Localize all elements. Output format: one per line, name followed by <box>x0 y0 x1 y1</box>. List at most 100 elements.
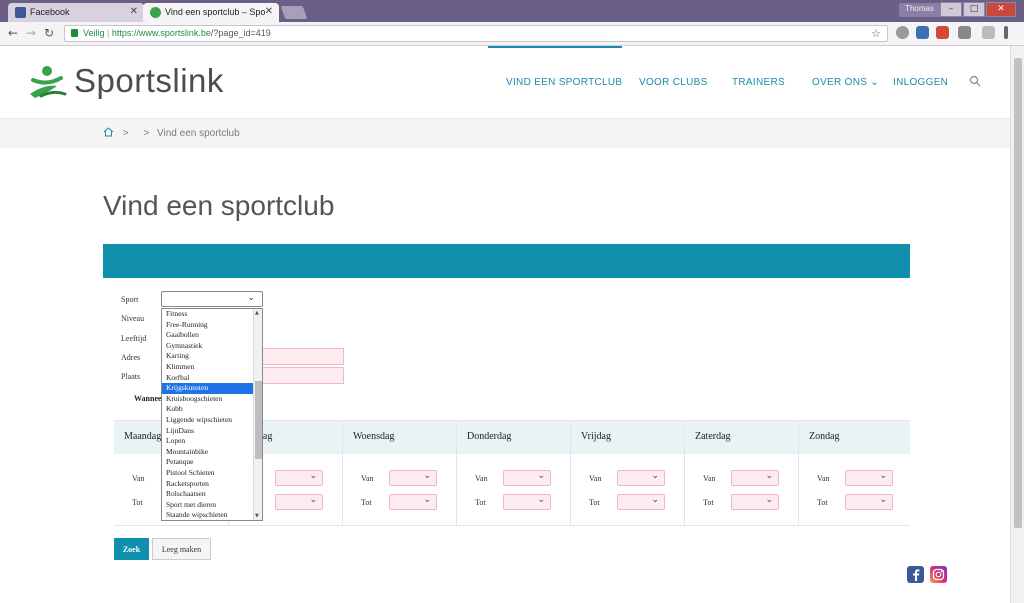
van-label: Van <box>703 474 716 483</box>
scroll-down-icon[interactable]: ▼ <box>255 513 259 519</box>
sport-option[interactable]: Lopen <box>162 436 262 447</box>
new-tab-button[interactable] <box>280 6 308 19</box>
sportslink-logo-icon[interactable] <box>27 64 67 100</box>
tot-select[interactable]: ⌄ <box>389 494 437 510</box>
extension-icon[interactable] <box>982 26 995 39</box>
day-column-vrijdag: Vrijdag Van ⌄ Tot ⌄ <box>570 420 684 526</box>
maximize-button[interactable]: □ <box>963 2 985 17</box>
sport-option[interactable]: Kubb <box>162 404 262 415</box>
sport-dropdown-list[interactable]: Fitness Free-Running Gaaibollen Gymnastiek K… <box>161 308 263 521</box>
van-select[interactable]: ⌄ <box>617 470 665 486</box>
sport-option[interactable]: Gymnastiek <box>162 341 262 352</box>
sport-option[interactable]: Sport met dieren <box>162 500 262 511</box>
tot-select[interactable]: ⌄ <box>275 494 323 510</box>
forward-arrow-icon[interactable]: → <box>26 26 36 40</box>
extension-icon[interactable] <box>936 26 949 39</box>
nav-voor-clubs[interactable]: VOOR CLUBS <box>639 77 708 88</box>
nav-vind-een-sportclub[interactable]: VIND EEN SPORTCLUB <box>506 77 622 88</box>
facebook-icon[interactable] <box>907 566 924 583</box>
logo-text[interactable]: Sportslink <box>74 62 224 100</box>
back-arrow-icon[interactable]: ← <box>8 26 18 40</box>
sport-option[interactable]: Pistool Schieten <box>162 468 262 479</box>
sport-option[interactable]: Krijgskunsten <box>162 383 262 394</box>
search-icon[interactable] <box>969 75 981 87</box>
tot-select[interactable]: ⌄ <box>503 494 551 510</box>
van-select[interactable]: ⌄ <box>503 470 551 486</box>
tot-label: Tot <box>475 498 486 507</box>
tab-close-icon[interactable]: ✕ <box>265 6 273 17</box>
browser-tab-strip: Facebook ✕ Vind een sportclub – Spo ✕ Th… <box>0 0 1024 22</box>
dropdown-scrollbar[interactable]: ▲ ▼ <box>253 309 262 520</box>
nav-over-ons[interactable]: OVER ONS ⌄ <box>812 77 879 88</box>
van-select[interactable]: ⌄ <box>389 470 437 486</box>
sport-option[interactable]: LijnDans <box>162 426 262 437</box>
plaats-input[interactable] <box>262 367 344 384</box>
search-button[interactable]: Zoek <box>114 538 149 560</box>
nav-trainers[interactable]: TRAINERS <box>732 77 785 88</box>
sport-option[interactable]: Liggende wipschieten <box>162 415 262 426</box>
van-label: Van <box>475 474 488 483</box>
day-column-zondag: Zondag Van ⌄ Tot ⌄ <box>798 420 910 526</box>
sport-option[interactable]: Free-Running <box>162 320 262 331</box>
adres-input[interactable] <box>262 348 344 365</box>
sport-option[interactable]: Klimmen <box>162 362 262 373</box>
clear-button[interactable]: Leeg maken <box>152 538 211 560</box>
breadcrumb-current: Vind een sportclub <box>157 128 240 139</box>
page-title: Vind een sportclub <box>103 190 335 221</box>
tot-label: Tot <box>132 498 143 507</box>
dropdown-scroll-thumb[interactable] <box>255 381 262 459</box>
bookmark-star-icon[interactable]: ☆ <box>871 27 881 40</box>
day-name: Maandag <box>124 431 162 442</box>
sport-option[interactable]: Racketsporten <box>162 479 262 490</box>
tot-label: Tot <box>589 498 600 507</box>
day-name: Woensdag <box>353 431 395 442</box>
home-icon[interactable] <box>103 127 114 137</box>
browser-menu-icon[interactable] <box>1004 26 1008 39</box>
plaats-label: Plaats <box>121 372 141 381</box>
sport-label: Sport <box>121 295 139 304</box>
page-scroll-thumb[interactable] <box>1014 58 1022 528</box>
extension-icon[interactable] <box>958 26 971 39</box>
van-select[interactable]: ⌄ <box>731 470 779 486</box>
close-window-button[interactable]: ✕ <box>986 2 1016 17</box>
instagram-icon[interactable] <box>930 566 947 583</box>
scroll-up-icon[interactable]: ▲ <box>255 310 259 316</box>
tot-select[interactable]: ⌄ <box>731 494 779 510</box>
sport-option[interactable]: Petanque <box>162 457 262 468</box>
van-select[interactable]: ⌄ <box>845 470 893 486</box>
nav-inloggen[interactable]: INLOGGEN <box>893 77 948 88</box>
tab-sportslink-title: Vind een sportclub – Spo <box>165 7 266 17</box>
tab-close-icon[interactable]: ✕ <box>130 6 138 17</box>
extension-icon[interactable] <box>896 26 909 39</box>
day-column-zaterdag: Zaterdag Van ⌄ Tot ⌄ <box>684 420 798 526</box>
tab-sportslink[interactable]: Vind een sportclub – Spo ✕ <box>143 3 279 22</box>
day-column-donderdag: Donderdag Van ⌄ Tot ⌄ <box>456 420 570 526</box>
minimize-button[interactable]: – <box>940 2 962 17</box>
van-select[interactable]: ⌄ <box>275 470 323 486</box>
search-form-header-band <box>103 244 910 278</box>
page-scrollbar[interactable] <box>1010 46 1024 603</box>
tab-facebook[interactable]: Facebook ✕ <box>8 3 144 22</box>
van-label: Van <box>361 474 374 483</box>
reload-icon[interactable]: ↻ <box>44 26 54 40</box>
sport-option[interactable]: Karting <box>162 351 262 362</box>
extension-icon[interactable] <box>916 26 929 39</box>
address-bar[interactable]: Veilig | https://www.sportslink.be/?page… <box>64 25 888 42</box>
sport-option[interactable]: Mountainbike <box>162 447 262 458</box>
sport-option[interactable]: Kruisboogschieten <box>162 394 262 405</box>
day-name: Vrijdag <box>581 431 611 442</box>
sport-option[interactable]: Fitness <box>162 309 262 320</box>
sport-option[interactable]: Staande wipschieten <box>162 510 262 520</box>
van-label: Van <box>589 474 602 483</box>
tot-select[interactable]: ⌄ <box>845 494 893 510</box>
sport-select[interactable]: ⌄ <box>161 291 263 307</box>
sport-option[interactable]: Gaaibollen <box>162 330 262 341</box>
sport-option[interactable]: Rolschaatsen <box>162 489 262 500</box>
sport-option[interactable]: Korfbal <box>162 373 262 384</box>
tot-select[interactable]: ⌄ <box>617 494 665 510</box>
day-column-woensdag: Woensdag Van ⌄ Tot ⌄ <box>342 420 456 526</box>
adres-label: Adres <box>121 353 141 362</box>
niveau-label: Niveau <box>121 314 145 323</box>
tab-facebook-title: Facebook <box>30 7 70 17</box>
profile-button[interactable]: Thomas <box>899 3 940 17</box>
